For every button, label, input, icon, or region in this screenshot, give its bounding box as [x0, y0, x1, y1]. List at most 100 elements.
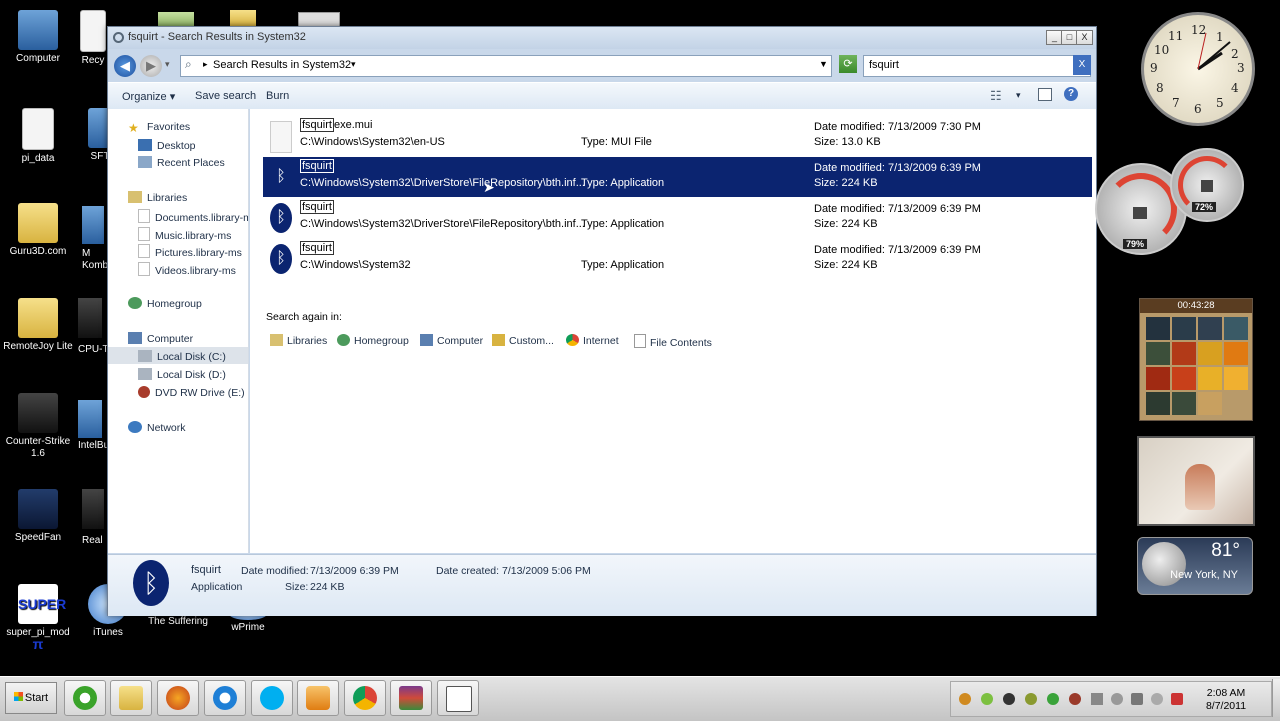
result-row[interactable]: ᛒ fsquirt C:\Windows\System32\DriverStor…	[263, 198, 1092, 238]
weather-gadget[interactable]: 81° New York, NY	[1137, 537, 1253, 595]
nav-libraries[interactable]: Libraries	[128, 191, 187, 204]
view-options-icon[interactable]: ☷	[990, 88, 1002, 104]
puzzle-tile[interactable]	[1198, 342, 1222, 365]
taskbar-winrar[interactable]	[390, 680, 432, 716]
nav-network[interactable]: Network	[128, 421, 186, 434]
title-bar[interactable]: fsquirt - Search Results in System32 _ □…	[108, 27, 1096, 49]
desktop-icon-pi-data[interactable]: pi_data	[2, 108, 74, 165]
tray-icon[interactable]	[1069, 693, 1081, 705]
search-again-computer[interactable]: Computer	[420, 334, 483, 347]
puzzle-tile[interactable]	[1146, 367, 1170, 390]
nav-pictures[interactable]: Pictures.library-ms	[138, 244, 242, 259]
puzzle-tile[interactable]	[1172, 317, 1196, 340]
desktop-icon-recycle-bin[interactable]: Recy	[78, 10, 108, 67]
desktop-icon-super-pi[interactable]: SUPER π super_pi_mod	[2, 584, 74, 652]
desktop-icon-the-suffering[interactable]: The Suffering	[142, 616, 214, 628]
result-row[interactable]: fsquirt exe.mui C:\Windows\System32\en-US…	[263, 116, 1092, 156]
nav-music[interactable]: Music.library-ms	[138, 227, 231, 242]
nav-homegroup[interactable]: Homegroup	[128, 297, 202, 310]
desktop-icon-remotejoy[interactable]: RemoteJoy Lite	[2, 298, 74, 353]
search-again-homegroup[interactable]: Homegroup	[337, 334, 409, 347]
puzzle-tile[interactable]	[1146, 392, 1170, 415]
taskbar-internet-explorer[interactable]	[204, 680, 246, 716]
result-row[interactable]: ᛒ fsquirt C:\Windows\System32 Type: Appl…	[263, 239, 1092, 279]
taskbar-chrome[interactable]	[344, 680, 386, 716]
tray-icon[interactable]	[1131, 693, 1143, 705]
tray-icon[interactable]	[1003, 693, 1015, 705]
search-input[interactable]: fsquirt	[869, 59, 899, 71]
tray-icon[interactable]	[1025, 693, 1037, 705]
save-search-button[interactable]: Save search	[195, 90, 256, 102]
desktop-icon-partial[interactable]	[158, 12, 194, 26]
volume-icon[interactable]	[1151, 693, 1163, 705]
puzzle-tile[interactable]	[1198, 392, 1222, 415]
chevron-down-icon[interactable]: ▾	[1016, 90, 1021, 101]
taskbar-explorer[interactable]	[110, 680, 152, 716]
puzzle-tile[interactable]	[1146, 317, 1170, 340]
search-again-file-contents[interactable]: File Contents	[634, 334, 712, 349]
desktop-icon-partial[interactable]	[230, 10, 256, 26]
nav-desktop[interactable]: Desktop	[138, 139, 196, 152]
desktop-icon-computer[interactable]: Computer	[2, 10, 74, 65]
start-button[interactable]: Start	[5, 682, 57, 714]
slideshow-gadget[interactable]	[1137, 436, 1255, 526]
refresh-button[interactable]: ⟳	[839, 55, 857, 73]
search-again-internet[interactable]: Internet	[566, 334, 619, 347]
back-button[interactable]: ◀	[114, 55, 136, 77]
puzzle-tile[interactable]	[1198, 367, 1222, 390]
memory-gauge[interactable]: 72%	[1170, 148, 1244, 222]
taskbar-firefox[interactable]	[157, 680, 199, 716]
puzzle-tile[interactable]	[1172, 367, 1196, 390]
burn-button[interactable]: Burn	[266, 90, 289, 102]
puzzle-tile[interactable]	[1172, 392, 1196, 415]
address-bar[interactable]: ⌕ ▸ Search Results in System32 ▾ ▼	[180, 55, 832, 77]
clock-gadget[interactable]: 12 1 2 3 4 5 6 7 8 9 10 11	[1141, 12, 1255, 126]
forward-button[interactable]: ▶	[140, 55, 162, 77]
help-icon[interactable]: ?	[1064, 87, 1078, 101]
puzzle-tile[interactable]	[1224, 317, 1248, 340]
nav-local-disk-c[interactable]: Local Disk (C:)	[138, 350, 226, 363]
network-signal-icon[interactable]	[1091, 693, 1103, 705]
nav-recent-places[interactable]: Recent Places	[138, 156, 225, 169]
tray-icon[interactable]	[959, 693, 971, 705]
tray-icon[interactable]	[981, 693, 993, 705]
tray-icon[interactable]	[1047, 693, 1059, 705]
clear-search-button[interactable]: X	[1073, 55, 1091, 75]
puzzle-tile[interactable]	[1172, 342, 1196, 365]
search-box[interactable]: fsquirt X	[863, 55, 1091, 77]
show-desktop-button[interactable]	[1272, 679, 1280, 717]
desktop-icon-speedfan[interactable]: SpeedFan	[2, 489, 74, 544]
organize-menu[interactable]: Organize ▾	[122, 90, 175, 103]
nav-favorites[interactable]: ★ Favorites	[128, 121, 190, 135]
desktop-icon-real[interactable]: Real	[82, 535, 108, 547]
taskbar-clock[interactable]: 2:08 AM 8/7/2011	[1201, 687, 1251, 713]
puzzle-tile[interactable]	[1224, 367, 1248, 390]
close-button[interactable]: X	[1076, 30, 1093, 45]
nav-computer[interactable]: Computer	[128, 332, 193, 345]
desktop-icon-intelbu[interactable]: IntelBu	[78, 440, 108, 452]
taskbar-app[interactable]	[437, 680, 479, 716]
puzzle-tile[interactable]	[1146, 342, 1170, 365]
history-dropdown-icon[interactable]: ▾	[165, 59, 170, 70]
puzzle-tile[interactable]	[1198, 317, 1222, 340]
desktop-icon-guru3d[interactable]: Guru3D.com	[2, 203, 74, 258]
nav-dvd-drive[interactable]: DVD RW Drive (E:) S	[138, 386, 248, 399]
breadcrumb[interactable]: Search Results in System32	[213, 59, 351, 71]
result-row-selected[interactable]: ᛒ fsquirt C:\Windows\System32\DriverStor…	[263, 157, 1092, 197]
search-again-custom[interactable]: Custom...	[492, 334, 554, 347]
desktop-icon-cpu-t[interactable]: CPU-T	[78, 344, 108, 356]
nav-documents[interactable]: Documents.library-m	[138, 209, 248, 224]
desktop-icon-komb[interactable]: M Komb	[82, 248, 108, 272]
address-dropdown-icon[interactable]: ▼	[819, 59, 828, 69]
taskbar-skype[interactable]	[251, 680, 293, 716]
nav-local-disk-d[interactable]: Local Disk (D:)	[138, 368, 226, 381]
desktop-icon-sft[interactable]: SFT	[80, 108, 108, 163]
taskbar-media-player[interactable]	[297, 680, 339, 716]
puzzle-tile[interactable]	[1224, 342, 1248, 365]
action-center-icon[interactable]	[1171, 693, 1183, 705]
tray-icon[interactable]	[1111, 693, 1123, 705]
nav-videos[interactable]: Videos.library-ms	[138, 262, 236, 277]
taskbar-utorrent[interactable]	[64, 680, 106, 716]
picture-puzzle-gadget[interactable]: 00:43:28	[1139, 298, 1253, 421]
preview-pane-icon[interactable]	[1038, 88, 1052, 101]
